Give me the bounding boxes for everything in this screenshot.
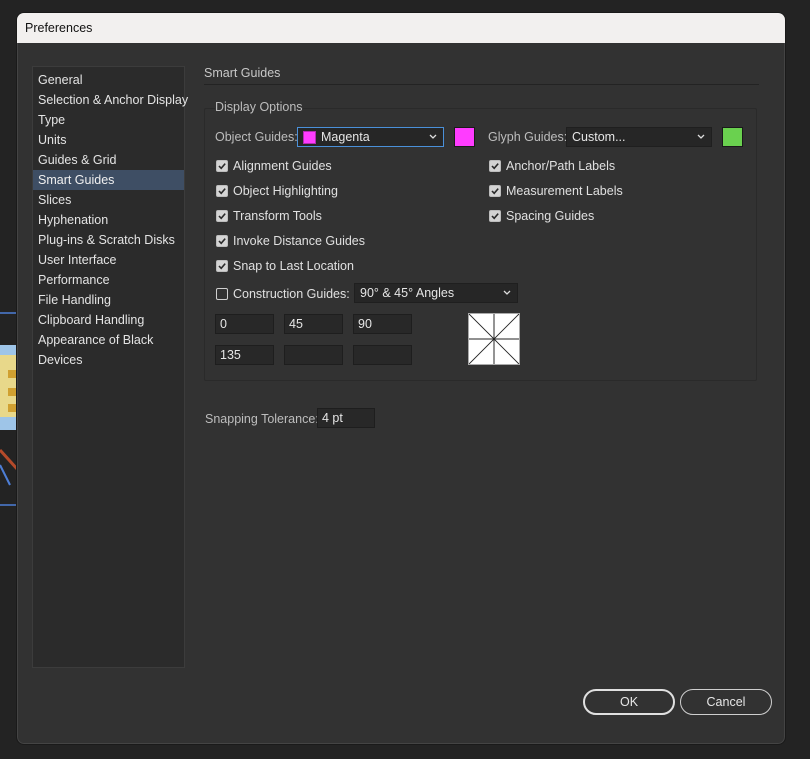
anchor-path-labels-checkbox[interactable]: Anchor/Path Labels (489, 159, 615, 173)
preferences-sidebar: General Selection & Anchor Display Type Uni… (32, 66, 188, 668)
angle-field-3[interactable]: 90 (353, 314, 412, 334)
object-highlighting-checkbox[interactable]: Object Highlighting (216, 184, 338, 198)
sidebar-item-devices[interactable]: Devices (33, 350, 184, 370)
object-guides-color-swatch[interactable] (454, 127, 475, 147)
construction-guides-select[interactable]: 90° & 45° Angles (354, 283, 518, 303)
sidebar-item-general[interactable]: General (33, 70, 184, 90)
sidebar-item-user-interface[interactable]: User Interface (33, 250, 184, 270)
checkmark-icon (218, 163, 226, 170)
checkbox-box[interactable] (216, 288, 228, 300)
checkbox-box[interactable] (216, 235, 228, 247)
checkbox-box[interactable] (216, 185, 228, 197)
title-bar: Preferences (17, 13, 785, 43)
alignment-guides-checkbox[interactable]: Alignment Guides (216, 159, 332, 173)
cancel-button[interactable]: Cancel (680, 689, 772, 715)
display-options-label: Display Options (215, 100, 303, 114)
angle-field-5[interactable] (284, 345, 343, 365)
snapping-tolerance-label: Snapping Tolerance: (205, 412, 319, 426)
section-title: Smart Guides (204, 66, 759, 85)
construction-guides-label: Construction Guides: (233, 287, 350, 301)
sidebar-item-slices[interactable]: Slices (33, 190, 184, 210)
checkmark-icon (218, 188, 226, 195)
sidebar-item-clipboard-handling[interactable]: Clipboard Handling (33, 310, 184, 330)
sidebar-item-units[interactable]: Units (33, 130, 184, 150)
angle-field-6[interactable] (353, 345, 412, 365)
checkbox-label: Object Highlighting (233, 184, 338, 198)
checkbox-label: Invoke Distance Guides (233, 234, 366, 248)
ok-button[interactable]: OK (583, 689, 675, 715)
preferences-dialog: Preferences General Selection & Anchor Di… (16, 12, 786, 745)
glyph-guides-select[interactable]: Custom... (566, 127, 712, 147)
checkbox-box[interactable] (489, 210, 501, 222)
sidebar-item-plug-ins-scratch-disks[interactable]: Plug-ins & Scratch Disks (33, 230, 184, 250)
checkmark-icon (491, 213, 499, 220)
checkmark-icon (218, 213, 226, 220)
sidebar-item-appearance-of-black[interactable]: Appearance of Black (33, 330, 184, 350)
window-title: Preferences (25, 21, 93, 35)
checkbox-box[interactable] (216, 260, 228, 272)
smart-guides-panel: Smart Guides Display Options Object Guid… (204, 66, 759, 428)
checkmark-icon (491, 163, 499, 170)
sidebar-item-type[interactable]: Type (33, 110, 184, 130)
sidebar-item-hyphenation[interactable]: Hyphenation (33, 210, 184, 230)
checkbox-box[interactable] (216, 160, 228, 172)
snapping-tolerance-field[interactable]: 4 pt (317, 408, 375, 428)
checkbox-box[interactable] (216, 210, 228, 222)
glyph-guides-color-swatch[interactable] (722, 127, 743, 147)
snap-to-last-location-checkbox[interactable]: Snap to Last Location (216, 259, 354, 273)
chevron-down-icon (503, 290, 511, 295)
sidebar-item-performance[interactable]: Performance (33, 270, 184, 290)
object-guides-label: Object Guides: (215, 130, 298, 144)
checkmark-icon (218, 263, 226, 270)
checkbox-label: Measurement Labels (506, 184, 623, 198)
magenta-swatch-icon (303, 130, 316, 144)
checkbox-box[interactable] (489, 160, 501, 172)
sidebar-item-file-handling[interactable]: File Handling (33, 290, 184, 310)
construction-guides-checkbox[interactable]: Construction Guides: (216, 287, 350, 301)
construction-guides-value: 90° & 45° Angles (360, 286, 455, 300)
measurement-labels-checkbox[interactable]: Measurement Labels (489, 184, 623, 198)
checkbox-label: Alignment Guides (233, 159, 332, 173)
checkbox-label: Anchor/Path Labels (506, 159, 616, 173)
checkmark-icon (218, 238, 226, 245)
angles-preview-icon (468, 313, 520, 365)
angle-field-2[interactable]: 45 (284, 314, 343, 334)
angle-field-4[interactable]: 135 (215, 345, 274, 365)
sidebar-item-guides-grid[interactable]: Guides & Grid (33, 150, 184, 170)
checkbox-label: Snap to Last Location (233, 259, 354, 273)
chevron-down-icon (429, 134, 437, 139)
sidebar-item-smart-guides[interactable]: Smart Guides (33, 170, 184, 190)
checkbox-box[interactable] (489, 185, 501, 197)
checkbox-label: Spacing Guides (506, 209, 595, 223)
object-guides-value: Magenta (321, 130, 370, 144)
glyph-guides-value: Custom... (572, 130, 626, 144)
sidebar-item-selection-anchor-display[interactable]: Selection & Anchor Display (33, 90, 188, 110)
display-options-group: Display Options Object Guides: Magenta G… (204, 100, 757, 381)
object-guides-select[interactable]: Magenta (297, 127, 444, 147)
angle-field-1[interactable]: 0 (215, 314, 274, 334)
chevron-down-icon (697, 134, 705, 139)
checkmark-icon (491, 188, 499, 195)
spacing-guides-checkbox[interactable]: Spacing Guides (489, 209, 594, 223)
checkbox-label: Transform Tools (233, 209, 322, 223)
transform-tools-checkbox[interactable]: Transform Tools (216, 209, 322, 223)
glyph-guides-label: Glyph Guides: (488, 130, 568, 144)
invoke-distance-guides-checkbox[interactable]: Invoke Distance Guides (216, 234, 365, 248)
